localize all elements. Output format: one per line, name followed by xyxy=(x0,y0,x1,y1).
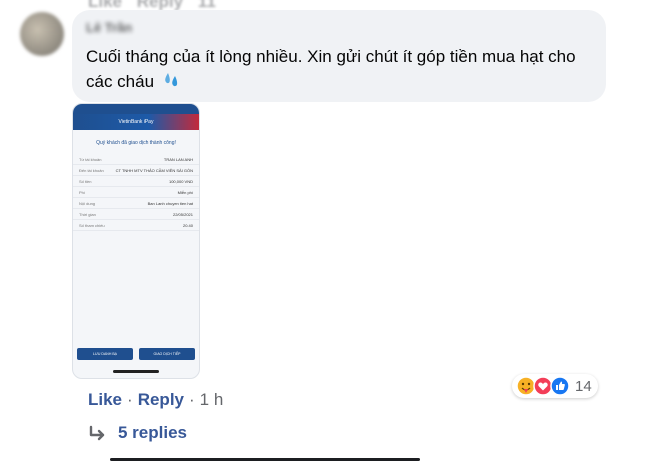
separator-dot-2: · xyxy=(189,390,195,409)
reply-arrow-icon xyxy=(89,425,105,441)
replies-label: 5 replies xyxy=(118,423,187,442)
detail-row: Số tiền 100,000 VND xyxy=(73,176,199,187)
sweat-droplets-icon xyxy=(162,69,182,96)
app-header: VietinBank iPay xyxy=(73,114,199,130)
view-replies-link[interactable]: 5 replies xyxy=(88,423,187,443)
comment-author[interactable]: Lê Trần xyxy=(86,20,592,38)
like-link[interactable]: Like xyxy=(88,390,122,410)
reactions-summary[interactable]: 14 xyxy=(512,374,598,398)
detail-row: Phí Miễn phí xyxy=(73,187,199,198)
attachment-buttons: LƯU DANH BẠ GIAO DỊCH TIẾP xyxy=(73,348,199,360)
comment-text-block: Cuối tháng của ít lòng nhiều. Xin gửi ch… xyxy=(86,44,586,96)
home-indicator xyxy=(113,370,159,373)
reaction-count: 14 xyxy=(575,377,592,395)
reply-link[interactable]: Reply xyxy=(138,390,184,410)
save-contact-button: LƯU DANH BẠ xyxy=(77,348,133,360)
detail-row: Thời gian 22/05/2021 xyxy=(73,209,199,220)
comment-time[interactable]: 1 h xyxy=(200,390,224,410)
comment-actions: Like · Reply · 1 h xyxy=(88,390,223,410)
avatar[interactable] xyxy=(20,12,64,56)
detail-row: Nội dung Ban Lanh chuyen tien hat xyxy=(73,198,199,209)
comment-text: Cuối tháng của ít lòng nhiều. Xin gửi ch… xyxy=(86,47,576,91)
attachment-screenshot[interactable]: VietinBank iPay Quý khách đã giao dịch t… xyxy=(72,103,200,379)
phone-status-bar xyxy=(73,104,199,114)
new-transaction-button: GIAO DỊCH TIẾP xyxy=(139,348,195,360)
detail-row: Số tham chiếu 20.40 xyxy=(73,220,199,231)
comment-bubble: Lê Trần Cuối tháng của ít lòng nhiều. Xi… xyxy=(72,10,606,102)
detail-row: Đến tài khoản CT TNHH MTV THẢO CẦM VIÊN S… xyxy=(73,165,199,176)
like-icon xyxy=(550,376,570,396)
separator-dot: · xyxy=(127,390,133,409)
detail-row: Từ tài khoản TRAN LAN ANH xyxy=(73,154,199,165)
success-message: Quý khách đã giao dịch thành công! xyxy=(96,140,176,146)
